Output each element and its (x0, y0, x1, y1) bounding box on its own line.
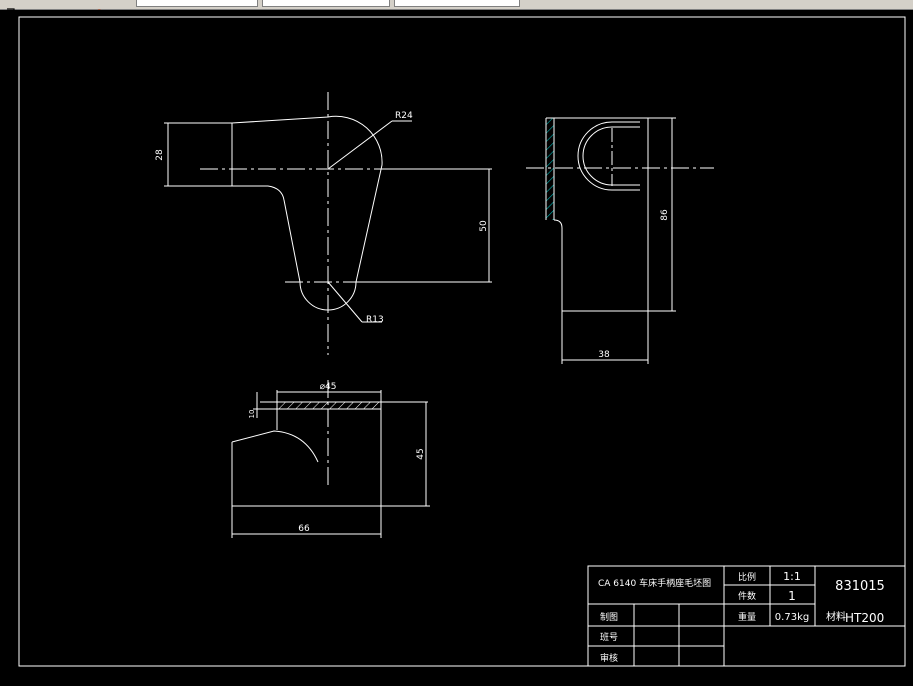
dim-r24: R24 (395, 111, 413, 121)
drawing-border (18, 16, 906, 667)
linetype-dropdown[interactable] (262, 0, 390, 7)
dim-28: 28 (155, 149, 165, 161)
cad-drawing: 28 R24 50 R13 86 38 ⌀45 10 45 66 CA 6140… (18, 16, 906, 667)
drawing-number: 831015 (835, 579, 885, 594)
weight-value: 0.73kg (775, 612, 809, 623)
top-view (231, 380, 430, 538)
dim-r13: R13 (366, 315, 384, 325)
review-label: 审核 (600, 652, 618, 664)
lineweight-dropdown[interactable] (394, 0, 520, 7)
dim-45: 45 (416, 448, 426, 459)
arrow-icon[interactable] (6, 0, 16, 13)
qty-value: 1 (788, 589, 796, 603)
dim-diameter-45: ⌀45 (320, 382, 337, 392)
toolbar (0, 0, 913, 14)
dim-50: 50 (479, 220, 489, 232)
redo-icon[interactable] (94, 0, 104, 14)
dim-38: 38 (598, 350, 610, 360)
qty-label: 件数 (738, 590, 756, 602)
dim-86: 86 (660, 209, 670, 221)
scale-value: 1:1 (783, 570, 801, 583)
class-label: 班号 (600, 631, 618, 643)
material-value: HT200 (845, 611, 884, 625)
front-view (164, 92, 492, 355)
scale-label: 比例 (738, 571, 756, 583)
drawing-canvas[interactable]: 28 R24 50 R13 86 38 ⌀45 10 45 66 CA 6140… (0, 10, 913, 682)
weight-label: 重量 (738, 611, 756, 623)
material-label: 材料 (826, 610, 846, 623)
side-view (526, 117, 714, 364)
dim-66: 66 (298, 524, 310, 534)
drawn-label: 制图 (600, 611, 618, 623)
drawing-name: CA 6140 车床手柄座毛坯图 (598, 577, 711, 589)
dim-10: 10 (248, 410, 256, 419)
layer-dropdown[interactable] (136, 0, 258, 7)
